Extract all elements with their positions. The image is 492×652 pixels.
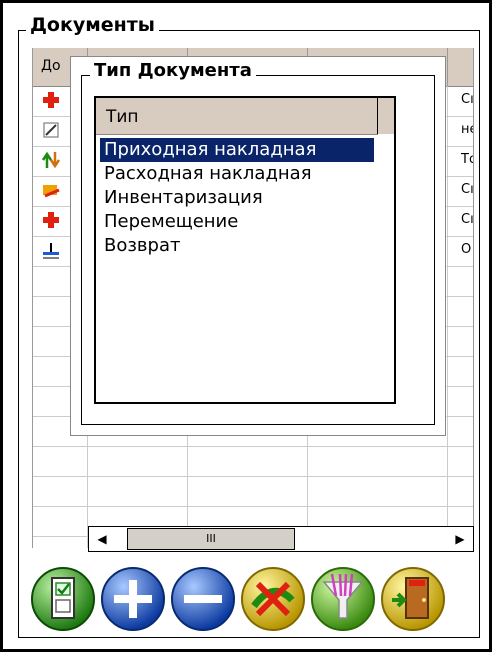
horizontal-scrollbar[interactable]: ◀ III ▶	[88, 526, 474, 552]
transfer-icon	[41, 180, 61, 200]
scroll-thumb[interactable]: III	[127, 528, 295, 550]
row-cell-text: Сı	[461, 182, 474, 197]
red-cross-icon	[41, 210, 61, 230]
documents-title: Документы	[26, 14, 159, 36]
list-item[interactable]: Расходная накладная	[100, 162, 390, 186]
list-item[interactable]: Перемещение	[100, 210, 390, 234]
list-item[interactable]: Возврат	[100, 234, 390, 258]
red-cross-icon	[41, 90, 61, 110]
minus-icon	[171, 567, 235, 631]
row-cell-text: не	[461, 122, 473, 137]
row-cell-text: Сı	[461, 212, 474, 227]
dialog-title: Тип Документа	[90, 60, 256, 82]
list-items: Приходная накладная Расходная накладная Ин…	[99, 137, 390, 258]
bottom-toolbar	[30, 566, 450, 636]
scroll-left-button[interactable]: ◀	[89, 527, 115, 551]
exit-door-icon	[381, 567, 445, 631]
plus-icon	[101, 567, 165, 631]
filter-button[interactable]	[310, 566, 376, 632]
filter-icon	[311, 567, 375, 631]
checklist-icon	[31, 567, 95, 631]
row-cell-text: Сı	[461, 92, 474, 107]
add-button[interactable]	[100, 566, 166, 632]
list-header[interactable]: Тип	[96, 98, 378, 135]
remove-button[interactable]	[170, 566, 236, 632]
exit-button[interactable]	[380, 566, 446, 632]
document-type-list[interactable]: Тип Приходная накладная Расходная накладн…	[94, 96, 396, 404]
delete-button[interactable]	[240, 566, 306, 632]
list-header-filler	[377, 98, 394, 134]
list-header-label: Тип	[106, 107, 139, 127]
table-row[interactable]	[33, 446, 473, 477]
row-cell-text: О	[461, 242, 472, 257]
arrows-updown-icon	[41, 150, 61, 170]
scroll-right-button[interactable]: ▶	[447, 527, 473, 551]
delete-icon	[241, 567, 305, 631]
list-item[interactable]: Приходная накладная	[99, 137, 375, 163]
list-item[interactable]: Инвентаризация	[100, 186, 390, 210]
edit-icon	[41, 120, 61, 140]
grid-header-col1-label: До	[41, 58, 61, 74]
checklist-button[interactable]	[30, 566, 96, 632]
table-row[interactable]	[33, 476, 473, 507]
row-cell-text: То	[461, 152, 473, 167]
return-icon	[41, 240, 61, 260]
